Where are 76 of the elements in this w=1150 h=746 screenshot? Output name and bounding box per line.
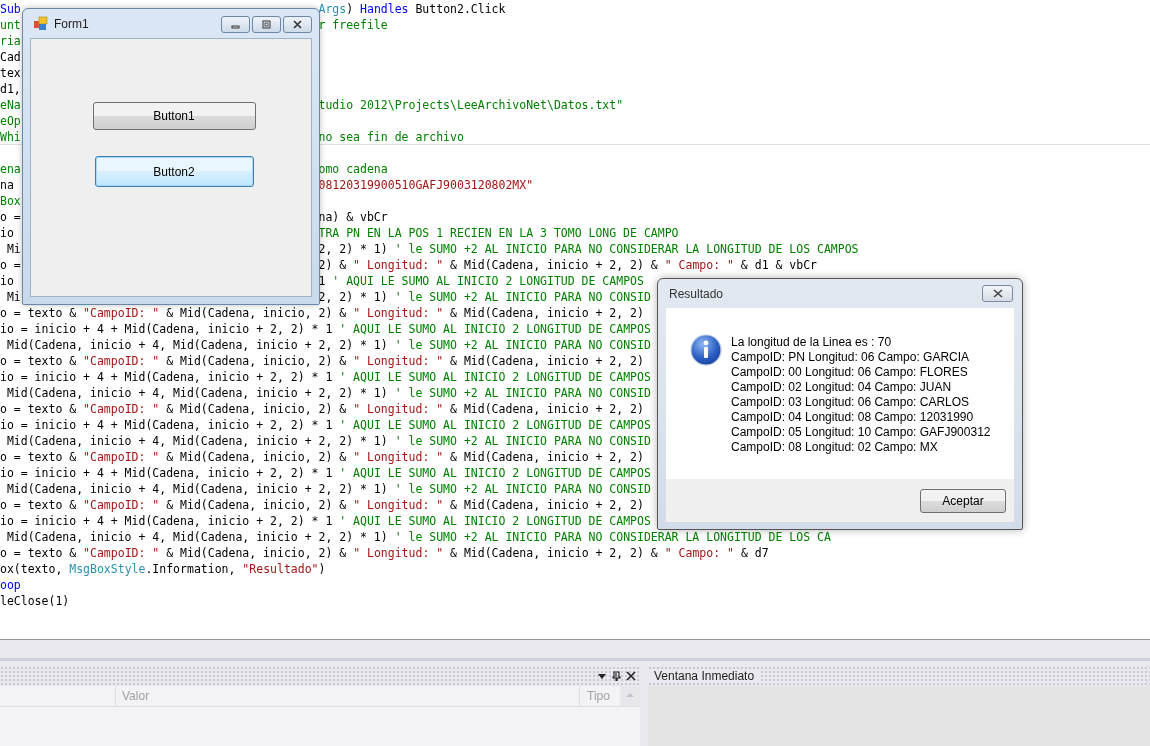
code-line: na [0,177,14,193]
code-line: na) & vbCr [318,209,388,225]
code-line: io = inicio + 4 + Mid(Cadena, inicio + 2, 2) * 1 ' AQUI LE SUMO AL INICIO 2 LONGITUD DE CAMPOS [0,369,651,385]
code-line: o = texto & "CampoID: " & Mid(Cadena, inicio, 2) & " Longitud: " & Mid(Cadena, inicio + 2, 2) [0,305,644,321]
code-line: TRA PN EN LA POS 1 RECIEN EN LA 3 TOMO LONG DE CAMPO [318,225,679,241]
code-line: 08120319900510GAFJ9003120802MX" [318,177,534,193]
code-line: Args) Handles Button2.Click [318,1,506,17]
scroll-up-icon [625,691,635,698]
code-line: Mid(Cadena, inicio + 4, Mid(Cadena, inicio + 2, 2) * 1) ' le SUMO +2 AL INICIO PARA NO CONSID [5,385,651,401]
dialog-title: Resultado [668,286,725,301]
close-icon [991,289,1004,298]
code-line: ox(texto, MsgBoxStyle.Information, "Resultado") [0,561,326,577]
code-line: Cad [0,49,21,65]
code-line: no sea fin de archivo [318,129,464,145]
message-text: CampoID: 05 Longitud: 10 Campo: GAFJ900312 [731,425,991,440]
pin-icon[interactable] [611,671,622,681]
message-text: CampoID: 08 Longitud: 02 Campo: MX [731,440,939,455]
code-line: r freefile [318,17,388,33]
code-line: eOp [0,113,21,129]
form-button[interactable]: Button2 [94,156,254,187]
message-text: CampoID: PN Longitud: 06 Campo: GARCIA [731,350,971,365]
column-header: Valor [122,689,150,703]
code-line: io = inicio + 4 + Mid(Cadena, inicio + 2, 2) * 1 ' AQUI LE SUMO AL INICIO 2 LONGITUD DE CAMPOS [0,321,651,337]
column-header: Tipo [586,689,611,703]
code-line: ena [0,161,21,177]
code-line: Mid(Cadena, inicio + 4, Mid(Cadena, inicio + 2, 2) * 1) ' le SUMO +2 AL INICIO PARA NO CONSIDERAR LA LONGITUD DE LOS CA [5,529,831,545]
code-line: o = [0,209,21,225]
code-line: oop [0,577,21,593]
message-text: CampoID: 04 Longitud: 08 Campo: 12031990 [731,410,975,425]
close-button[interactable] [982,285,1013,302]
code-line: o = texto & "CampoID: " & Mid(Cadena, inicio, 2) & " Longitud: " & Mid(Cadena, inicio + 2, 2) [0,497,644,513]
code-line: Mi [5,289,21,305]
code-line: Sub [0,1,21,17]
code-line: Mid(Cadena, inicio + 4, Mid(Cadena, inicio + 2, 2) * 1) ' le SUMO +2 AL INICIO PARA NO CONSID [5,481,651,497]
code-line: 2, 2) * 1) ' le SUMO +2 AL INICIO PARA NO CONSID [318,289,651,305]
close-icon [292,20,303,29]
info-icon [690,334,722,366]
message-text: CampoID: 00 Longitud: 06 Campo: FLORES [731,365,969,380]
code-line: 2) & " Longitud: " & Mid(Cadena, inicio + 2, 2) & " Campo: " & d1 & vbCr [318,257,818,273]
message-text: CampoID: 02 Longitud: 04 Campo: JUAN [731,380,953,395]
code-line: io = inicio + 4 + Mid(Cadena, inicio + 2, 2) * 1 ' AQUI LE SUMO AL INICIO 2 LONGITUD DE CAMPOS [0,417,651,433]
code-line: o = texto & "CampoID: " & Mid(Cadena, inicio, 2) & " Longitud: " & Mid(Cadena, inicio + 2, 2) [0,353,644,369]
code-line: Mi [5,241,21,257]
code-line: d1, [0,81,21,97]
dropdown-icon[interactable] [597,671,607,681]
accept-button[interactable]: Aceptar [920,488,1006,513]
code-line: io = inicio + 4 + Mid(Cadena, inicio + 2, 2) * 1 ' AQUI LE SUMO AL INICIO 2 LONGITUD DE CAMPOS [0,513,651,529]
code-line: io [0,225,14,241]
minimize-button[interactable] [221,16,250,33]
code-line: tex [0,65,21,81]
close-icon[interactable] [626,671,636,681]
code-line: Mid(Cadena, inicio + 4, Mid(Cadena, inicio + 2, 2) * 1) ' le SUMO +2 AL INICIO PARA NO CONSID [5,337,651,353]
message-text: CampoID: 03 Longitud: 06 Campo: CARLOS [731,395,971,410]
code-line: leClose(1) [0,593,70,609]
code-line: Whi [0,129,21,145]
code-line: unt [0,17,21,33]
code-line: o = texto & "CampoID: " & Mid(Cadena, inicio, 2) & " Longitud: " & Mid(Cadena, inicio + 2, 2) [0,449,644,465]
code-line: tudio 2012\Projects\LeeArchivoNet\Datos.txt" [318,97,624,113]
message-text: La longitud de la Linea es : 70 [731,335,893,350]
window-title: Form1 [54,16,90,31]
code-line: Mid(Cadena, inicio + 4, Mid(Cadena, inicio + 2, 2) * 1) ' le SUMO +2 AL INICIO PARA NO CONSID [5,433,651,449]
code-line: o = [0,257,21,273]
maximize-icon [261,20,272,29]
code-line: io [0,273,14,289]
code-line: eNa [0,97,21,113]
form-button[interactable]: Button1 [92,102,256,130]
code-line: o = texto & "CampoID: " & Mid(Cadena, inicio, 2) & " Longitud: " & Mid(Cadena, inicio + 2, 2) [0,401,644,417]
code-line: ria [0,33,21,49]
code-line: io = inicio + 4 + Mid(Cadena, inicio + 2, 2) * 1 ' AQUI LE SUMO AL INICIO 2 LONGITUD DE CAMPOS [0,465,651,481]
code-line: 1 ' AQUI LE SUMO AL INICIO 2 LONGITUD DE CAMPOS [318,273,644,289]
code-line: Box [0,193,21,209]
code-line: 2, 2) * 1) ' le SUMO +2 AL INICIO PARA NO CONSIDERAR LA LONGITUD DE LOS CAMPOS [318,241,859,257]
code-line: o = texto & "CampoID: " & Mid(Cadena, inicio, 2) & " Longitud: " & Mid(Cadena, inicio + 2, 2) & " Campo: " & d7 [0,545,769,561]
close-button[interactable] [283,16,312,33]
app-icon [33,16,48,31]
panel-title: Ventana Inmediato [648,669,761,683]
